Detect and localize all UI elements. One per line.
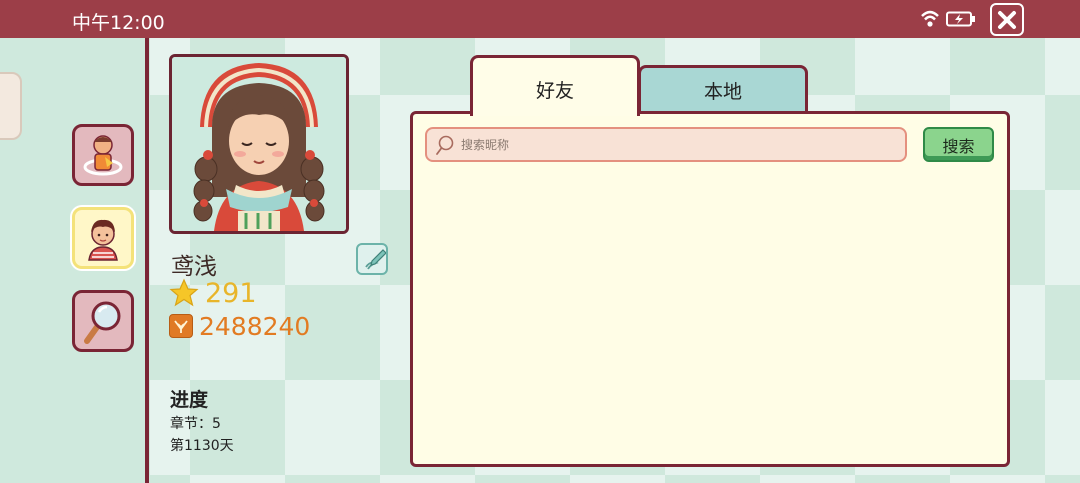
day-counter: 第1130天	[170, 438, 234, 454]
magnifier-icon	[84, 301, 121, 344]
coins-value: 2488240	[199, 311, 311, 341]
character-customize-icon	[83, 135, 123, 176]
battery-charging-icon	[946, 11, 975, 27]
search-field[interactable]	[425, 127, 907, 162]
status-bar: 中午12:00	[0, 0, 1080, 38]
stars-value: 291	[205, 277, 257, 309]
sidebar-button-profile[interactable]	[72, 207, 134, 269]
profile-icon	[88, 219, 118, 261]
coin-icon	[169, 314, 193, 338]
edit-name-button[interactable]	[356, 243, 388, 275]
sidebar-drawer-handle[interactable]	[0, 72, 22, 140]
stars-counter: 291	[169, 277, 257, 309]
tab-friends[interactable]: 好友	[470, 55, 640, 116]
search-button[interactable]: 搜索	[923, 127, 994, 162]
search-icon	[436, 135, 454, 155]
wifi-icon	[921, 10, 939, 27]
close-button[interactable]	[990, 3, 1024, 36]
friends-panel	[410, 111, 1010, 467]
tab-local[interactable]: 本地	[638, 65, 808, 115]
avatar-portrait	[172, 57, 346, 231]
player-name: 鸢浅	[171, 254, 217, 280]
search-input[interactable]	[461, 133, 891, 157]
sidebar-button-search[interactable]	[72, 290, 134, 352]
sidebar-divider	[145, 38, 149, 483]
progress-heading: 进度	[170, 389, 209, 411]
coins-counter: 2488240	[169, 311, 311, 341]
player-avatar	[169, 54, 349, 234]
pencil-icon	[365, 249, 387, 270]
chapter-progress: 章节：5	[170, 416, 221, 432]
sidebar-button-character[interactable]	[72, 124, 134, 186]
clock-time: 中午12:00	[72, 12, 165, 34]
star-icon	[169, 278, 199, 307]
close-icon	[998, 10, 1016, 29]
